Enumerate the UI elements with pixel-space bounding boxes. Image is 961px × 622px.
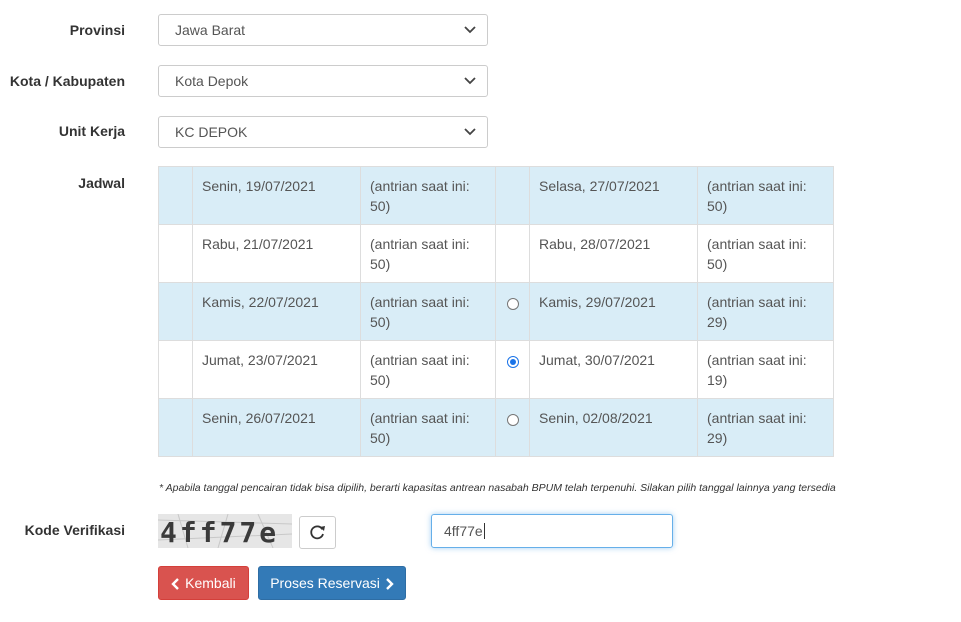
right-queue: (antrian saat ini: 29) xyxy=(697,282,834,341)
proses-reservasi-button[interactable]: Proses Reservasi xyxy=(258,566,406,600)
left-date: Kamis, 22/07/2021 xyxy=(192,282,361,341)
right-queue: (antrian saat ini: 50) xyxy=(697,166,834,225)
chevron-right-icon xyxy=(385,578,394,591)
schedule-row: Senin, 19/07/2021 (antrian saat ini: 50) S… xyxy=(158,166,834,225)
right-date: Selasa, 27/07/2021 xyxy=(529,166,698,225)
provinsi-select[interactable]: Jawa Barat xyxy=(158,14,488,46)
refresh-icon xyxy=(310,525,325,540)
chevron-down-icon xyxy=(464,128,476,136)
left-queue: (antrian saat ini: 50) xyxy=(360,282,496,341)
verification-code-value: 4ff77e xyxy=(444,523,483,539)
left-date: Senin, 26/07/2021 xyxy=(192,398,361,457)
right-queue: (antrian saat ini: 19) xyxy=(697,340,834,399)
jadwal-label: Jadwal xyxy=(78,175,125,191)
schedule-note: * Apabila tanggal pencairan tidak bisa d… xyxy=(159,482,836,494)
kota-label: Kota / Kabupaten xyxy=(9,73,125,89)
right-radio-cell xyxy=(495,282,530,341)
date-radio[interactable] xyxy=(506,414,519,426)
kota-select[interactable]: Kota Depok xyxy=(158,65,488,97)
right-radio-cell xyxy=(495,224,530,283)
captcha-image: 4ff77e xyxy=(158,514,292,548)
left-radio-cell xyxy=(158,282,193,341)
chevron-down-icon xyxy=(464,77,476,85)
left-queue: (antrian saat ini: 50) xyxy=(360,398,496,457)
unit-value: KC DEPOK xyxy=(175,124,248,140)
right-radio-cell xyxy=(495,340,530,399)
left-radio-cell xyxy=(158,166,193,225)
right-date: Jumat, 30/07/2021 xyxy=(529,340,698,399)
left-date: Jumat, 23/07/2021 xyxy=(192,340,361,399)
left-date: Senin, 19/07/2021 xyxy=(192,166,361,225)
proses-reservasi-label: Proses Reservasi xyxy=(270,575,380,591)
schedule-row: Jumat, 23/07/2021 (antrian saat ini: 50) J… xyxy=(158,340,834,399)
right-radio-cell xyxy=(495,398,530,457)
date-radio[interactable] xyxy=(506,298,519,310)
kota-value: Kota Depok xyxy=(175,73,249,89)
date-radio-checked[interactable] xyxy=(506,356,519,368)
right-radio-cell xyxy=(495,166,530,225)
left-radio-cell xyxy=(158,224,193,283)
left-queue: (antrian saat ini: 50) xyxy=(360,340,496,399)
back-button-label: Kembali xyxy=(185,575,236,591)
right-date: Rabu, 28/07/2021 xyxy=(529,224,698,283)
left-radio-cell xyxy=(158,340,193,399)
left-queue: (antrian saat ini: 50) xyxy=(360,224,496,283)
right-date: Senin, 02/08/2021 xyxy=(529,398,698,457)
provinsi-label: Provinsi xyxy=(69,22,125,38)
chevron-left-icon xyxy=(171,578,180,591)
right-date: Kamis, 29/07/2021 xyxy=(529,282,698,341)
verification-code-input[interactable]: 4ff77e xyxy=(431,514,673,548)
unit-label: Unit Kerja xyxy=(58,123,125,139)
schedule-row: Senin, 26/07/2021 (antrian saat ini: 50) S… xyxy=(158,398,834,457)
back-button[interactable]: Kembali xyxy=(158,566,249,600)
right-queue: (antrian saat ini: 29) xyxy=(697,398,834,457)
captcha-refresh-button[interactable] xyxy=(299,516,336,549)
left-queue: (antrian saat ini: 50) xyxy=(360,166,496,225)
schedule-row: Rabu, 21/07/2021 (antrian saat ini: 50) Ra… xyxy=(158,224,834,283)
left-radio-cell xyxy=(158,398,193,457)
schedule-row: Kamis, 22/07/2021 (antrian saat ini: 50) K… xyxy=(158,282,834,341)
captcha-text: 4ff77e xyxy=(160,516,279,548)
unit-select[interactable]: KC DEPOK xyxy=(158,116,488,148)
left-date: Rabu, 21/07/2021 xyxy=(192,224,361,283)
provinsi-value: Jawa Barat xyxy=(175,22,246,38)
schedule-table: Senin, 19/07/2021 (antrian saat ini: 50) S… xyxy=(158,166,834,457)
kode-verifikasi-label: Kode Verifikasi xyxy=(24,522,125,538)
chevron-down-icon xyxy=(464,26,476,34)
right-queue: (antrian saat ini: 50) xyxy=(697,224,834,283)
